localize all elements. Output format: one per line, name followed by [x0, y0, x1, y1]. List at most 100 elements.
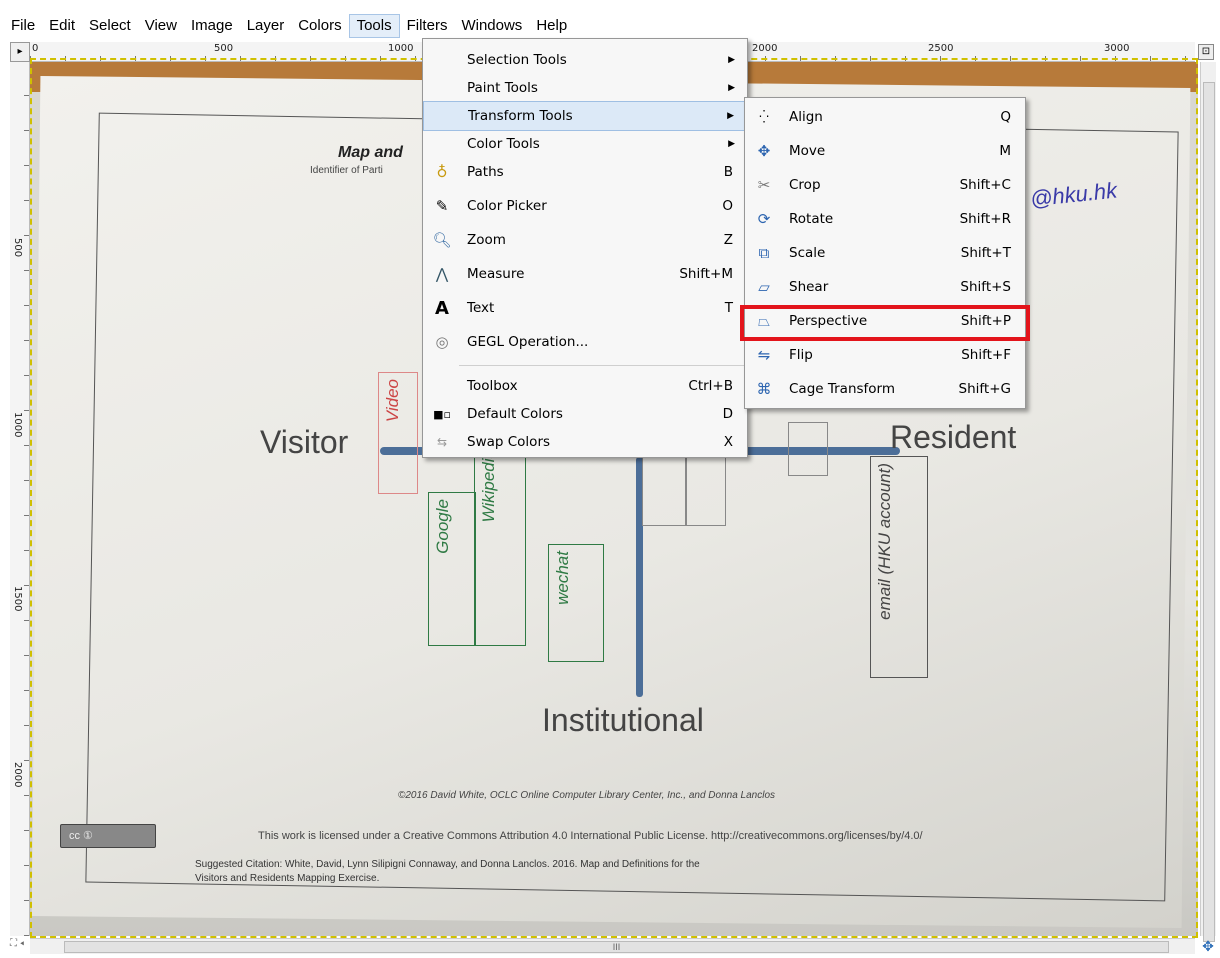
menu-item-label: Shear: [789, 279, 829, 295]
note-video: Video: [378, 372, 418, 494]
move-icon: ✥: [757, 142, 771, 160]
menu-select[interactable]: Select: [82, 14, 138, 38]
submenu-arrow-icon: ▶: [728, 83, 735, 93]
menu-view[interactable]: View: [138, 14, 184, 38]
scroll-thumb[interactable]: [1203, 82, 1215, 942]
submenu-arrow-icon: ▶: [727, 111, 734, 121]
vertical-scrollbar[interactable]: [1200, 62, 1216, 942]
default-colors-icon: ■▫: [433, 407, 451, 421]
menu-windows[interactable]: Windows: [454, 14, 529, 38]
ruler-mark: 500: [214, 43, 234, 54]
text-icon: A: [435, 297, 449, 319]
menu-item-swap-colors[interactable]: ⇆ Swap Colors X: [423, 427, 747, 457]
ruler-mark: 2500: [928, 43, 954, 54]
transform-tools-submenu: ⁛ Align Q ✥ Move M ✂ Crop Shift+C ⟳ Rotate Shift…: [744, 97, 1026, 409]
menu-shortcut: Shift+G: [958, 381, 1011, 397]
menu-item-label: Swap Colors: [467, 434, 551, 450]
menu-item-label: Text: [467, 300, 495, 316]
visitor-label: Visitor: [260, 424, 349, 460]
menu-shortcut: B: [723, 164, 733, 180]
menu-shortcut: Ctrl+B: [688, 378, 733, 394]
menu-item-label: Default Colors: [467, 406, 563, 422]
menu-item-toolbox[interactable]: Toolbox Ctrl+B: [423, 371, 747, 401]
citation-line: Visitors and Residents Mapping Exercise.: [195, 873, 380, 884]
menu-item-label: GEGL Operation...: [467, 334, 589, 350]
ruler-mark: 1500: [12, 586, 23, 612]
menu-item-gegl-operation[interactable]: ◎ GEGL Operation...: [423, 327, 747, 357]
menu-shortcut: T: [724, 300, 733, 316]
menu-item-paths[interactable]: ♁ Paths B: [423, 157, 747, 187]
menu-item-label: Zoom: [467, 232, 506, 248]
note-wechat: wechat: [548, 544, 604, 662]
menu-item-shear[interactable]: ▱ Shear Shift+S: [745, 272, 1025, 302]
menu-item-paint-tools[interactable]: Paint Tools ▶: [423, 73, 747, 103]
navigate-icon[interactable]: ✥: [1200, 938, 1216, 954]
menu-item-cage-transform[interactable]: ⌘ Cage Transform Shift+G: [745, 374, 1025, 404]
menu-item-label: Rotate: [789, 211, 834, 227]
menu-item-move[interactable]: ✥ Move M: [745, 136, 1025, 166]
menu-tools[interactable]: Tools: [348, 14, 400, 38]
horizontal-scrollbar[interactable]: III: [30, 938, 1195, 954]
menu-item-label: Paths: [467, 164, 504, 180]
menu-item-selection-tools[interactable]: Selection Tools ▶: [423, 45, 747, 75]
menu-help[interactable]: Help: [529, 14, 574, 38]
gegl-icon: ◎: [435, 333, 449, 351]
menu-item-flip[interactable]: ⇋ Flip Shift+F: [745, 340, 1025, 370]
note-google: Google: [428, 492, 476, 646]
menu-item-label: Scale: [789, 245, 826, 261]
note-blank: [788, 422, 828, 476]
vertical-ruler[interactable]: 500 1000 1500 2000: [10, 62, 30, 936]
zoom-icon: 🔍︎: [432, 231, 452, 249]
flip-icon: ⇋: [757, 346, 771, 364]
ruler-mark: 0: [32, 43, 39, 54]
menu-shortcut: Shift+F: [961, 347, 1011, 363]
menu-item-scale[interactable]: ⧉ Scale Shift+T: [745, 238, 1025, 268]
quick-mask-corner-icon[interactable]: ⛶ ◂: [10, 938, 30, 954]
citation-text: Suggested Citation: White, David, Lynn S…: [195, 858, 700, 886]
ruler-mark: 2000: [12, 762, 23, 788]
zoom-navigation-button[interactable]: ⊡: [1198, 44, 1214, 60]
menu-shortcut: Shift+S: [960, 279, 1011, 295]
citation-line: Suggested Citation: White, David, Lynn S…: [195, 859, 700, 870]
menu-file[interactable]: File: [4, 14, 42, 38]
menu-item-default-colors[interactable]: ■▫ Default Colors D: [423, 399, 747, 429]
menu-item-label: Align: [789, 109, 823, 125]
map-title: Map and: [338, 144, 403, 161]
scroll-thumb[interactable]: III: [64, 941, 1169, 953]
menu-item-rotate[interactable]: ⟳ Rotate Shift+R: [745, 204, 1025, 234]
license-text: This work is licensed under a Creative C…: [258, 830, 923, 842]
menu-item-crop[interactable]: ✂ Crop Shift+C: [745, 170, 1025, 200]
menu-item-label: Selection Tools: [467, 52, 567, 68]
menu-colors[interactable]: Colors: [291, 14, 348, 38]
menu-item-color-tools[interactable]: Color Tools ▶: [423, 129, 747, 159]
shear-icon: ▱: [758, 278, 770, 296]
note-email: email (HKU account): [870, 456, 928, 678]
menu-shortcut: Shift+R: [959, 211, 1011, 227]
menu-item-align[interactable]: ⁛ Align Q: [745, 102, 1025, 132]
quick-mask-toggle[interactable]: ▸: [10, 42, 30, 62]
menu-shortcut: Z: [723, 232, 733, 248]
menu-shortcut: X: [723, 434, 733, 450]
menu-filters[interactable]: Filters: [400, 14, 455, 38]
menu-layer[interactable]: Layer: [240, 14, 292, 38]
menu-separator: [459, 365, 745, 366]
menu-item-label: Move: [789, 143, 826, 159]
rotate-icon: ⟳: [757, 210, 771, 228]
menu-image[interactable]: Image: [184, 14, 240, 38]
crop-icon: ✂: [757, 176, 771, 194]
note-wikipedia: Wikipedia: [474, 442, 526, 646]
menu-shortcut: O: [722, 198, 733, 214]
ruler-mark: 1000: [12, 412, 23, 438]
menu-item-label: Transform Tools: [468, 108, 573, 124]
menu-shortcut: Shift+T: [960, 245, 1011, 261]
menu-item-measure[interactable]: ⋀ Measure Shift+M: [423, 259, 747, 289]
map-subtitle: Identifier of Parti: [310, 165, 383, 176]
menu-item-zoom[interactable]: 🔍︎ Zoom Z: [423, 225, 747, 255]
cc-badge: cc ①: [60, 824, 156, 848]
menu-item-transform-tools[interactable]: Transform Tools ▶: [423, 101, 747, 131]
menu-item-label: Measure: [467, 266, 525, 282]
menu-item-color-picker[interactable]: ✎ Color Picker O: [423, 191, 747, 221]
institutional-label: Institutional: [542, 702, 704, 738]
menu-edit[interactable]: Edit: [42, 14, 82, 38]
menu-item-text[interactable]: A Text T: [423, 293, 747, 323]
